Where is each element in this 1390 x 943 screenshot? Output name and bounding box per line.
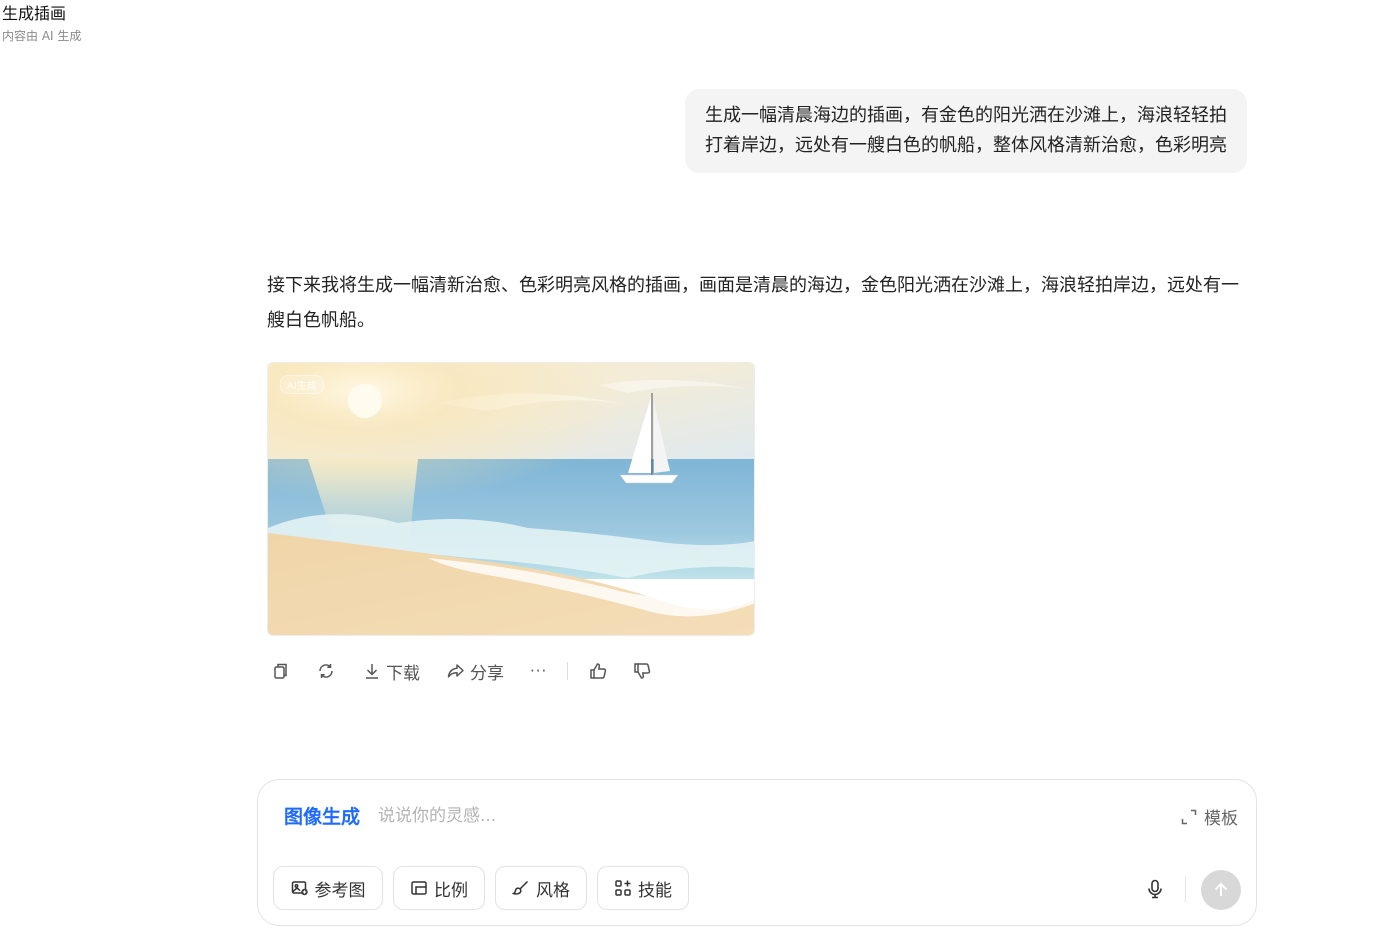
- share-label: 分享: [470, 663, 504, 684]
- image-plus-icon: [291, 881, 308, 896]
- template-button[interactable]: 模板: [1180, 804, 1238, 829]
- assistant-reply-text: 接下来我将生成一幅清新治愈、色彩明亮风格的插画，画面是清晨的海边，金色阳光洒在沙…: [267, 275, 1239, 331]
- download-icon: [366, 664, 378, 679]
- prompt-composer: 图像生成 模板 参考图 比例 风格 技能: [257, 779, 1257, 926]
- refresh-icon: [319, 664, 333, 678]
- download-button[interactable]: 下载: [362, 659, 420, 684]
- regenerate-button[interactable]: [316, 661, 340, 681]
- prompt-input[interactable]: [378, 801, 1078, 831]
- send-button[interactable]: [1201, 870, 1241, 910]
- image-generation-mode-label[interactable]: 图像生成: [284, 802, 360, 829]
- skills-button[interactable]: 技能: [597, 866, 689, 910]
- download-label: 下载: [386, 663, 420, 684]
- reference-image-button[interactable]: 参考图: [273, 866, 383, 910]
- page-title: 生成插画: [2, 4, 67, 23]
- microphone-button[interactable]: [1144, 878, 1166, 900]
- action-divider: [567, 662, 569, 680]
- share-icon: [447, 664, 464, 678]
- dislike-button[interactable]: [632, 661, 656, 681]
- reference-image-label: 参考图: [314, 880, 366, 901]
- share-button[interactable]: 分享: [446, 659, 504, 684]
- thumbs-up-icon: [590, 663, 607, 679]
- user-message-bubble: 生成一幅清晨海边的插画，有金色的阳光洒在沙滩上，海浪轻轻拍打着岸边，远处有一艘白…: [685, 89, 1247, 173]
- beach-illustration: [268, 363, 754, 635]
- skills-label: 技能: [638, 880, 672, 901]
- arrow-up-icon: [1214, 882, 1228, 896]
- ai-watermark: AI生成: [280, 375, 324, 394]
- conversation-header: 生成插画 内容由 AI 生成: [2, 4, 81, 44]
- composer-divider: [1185, 876, 1186, 902]
- thumbs-down-icon: [634, 663, 651, 679]
- ai-disclaimer: 内容由 AI 生成: [2, 29, 82, 43]
- brush-icon: [512, 880, 529, 895]
- like-button[interactable]: [588, 661, 612, 681]
- style-label: 风格: [536, 880, 570, 901]
- more-icon: ···: [530, 662, 548, 680]
- expand-icon: [1181, 809, 1197, 824]
- generated-image[interactable]: AI生成: [267, 362, 755, 636]
- microphone-icon: [1148, 879, 1162, 899]
- message-action-bar: 下载 分享 ···: [270, 655, 656, 687]
- aspect-ratio-button[interactable]: 比例: [393, 866, 485, 910]
- template-label: 模板: [1204, 809, 1238, 829]
- copy-icon: [274, 663, 287, 679]
- skills-grid-icon: [615, 880, 631, 896]
- more-button[interactable]: ···: [530, 662, 547, 680]
- aspect-ratio-label: 比例: [434, 880, 468, 901]
- style-button[interactable]: 风格: [495, 866, 587, 910]
- aspect-ratio-icon: [411, 881, 427, 895]
- copy-button[interactable]: [270, 661, 294, 681]
